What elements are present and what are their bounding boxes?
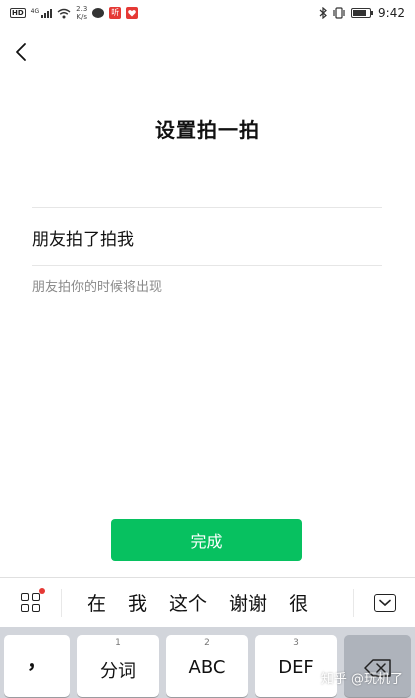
key-1-segment[interactable]: 1 分词: [77, 635, 159, 697]
candidate-word[interactable]: 这个: [158, 589, 218, 616]
key-comma[interactable]: ，: [4, 635, 70, 697]
key-label: ABC: [188, 657, 226, 678]
message-bubble-icon: [92, 8, 105, 18]
network-type: 4G: [30, 8, 40, 15]
signal-icon: [41, 8, 53, 18]
status-bar: HD 4G 2.3 K/s 听 9:42: [0, 0, 415, 26]
battery-icon: [351, 8, 374, 18]
key-2-abc[interactable]: 2 ABC: [166, 635, 248, 697]
network-speed: 2.3 K/s: [76, 5, 87, 21]
notification-app-icon: 听: [109, 7, 122, 19]
delete-key[interactable]: [344, 635, 411, 697]
wifi-icon: [57, 8, 71, 18]
status-bar-left: HD 4G 2.3 K/s 听: [10, 5, 139, 21]
collapse-keyboard-icon: [373, 593, 396, 612]
speed-unit: K/s: [76, 13, 88, 21]
speed-value: 2.3: [76, 5, 88, 13]
input-hint: 朋友拍你的时候将出现: [32, 280, 163, 295]
hd-badge: HD: [10, 8, 26, 18]
key-number: 2: [204, 638, 210, 648]
divider-bottom: [32, 265, 382, 266]
candidate-word[interactable]: 谢谢: [218, 589, 278, 616]
key-3-def[interactable]: 3 DEF: [255, 635, 337, 697]
notification-heart-icon: [126, 7, 139, 19]
key-label: 分词: [100, 661, 136, 682]
grid-icon: [21, 588, 45, 612]
status-time: 9:42: [378, 6, 405, 20]
back-icon: [16, 43, 26, 61]
divider-top: [32, 207, 382, 208]
vibrate-icon: [333, 7, 345, 19]
ime-menu-button[interactable]: [0, 588, 62, 617]
done-button[interactable]: 完成: [111, 519, 302, 561]
status-bar-right: 9:42: [319, 6, 405, 20]
candidate-word[interactable]: 很: [278, 589, 319, 616]
notification-dot: [39, 588, 45, 594]
watermark: 知乎 @玩机了: [320, 672, 403, 687]
collapse-keyboard-button[interactable]: [353, 588, 415, 617]
ime-keyboard: ， 1 分词 2 ABC 3 DEF: [0, 627, 415, 698]
key-number: 1: [115, 638, 121, 648]
bluetooth-icon: [319, 7, 327, 19]
candidate-word[interactable]: 我: [117, 589, 158, 616]
page-title: 设置拍一拍: [155, 118, 260, 142]
candidate-word[interactable]: 在: [76, 589, 117, 616]
candidate-list: 在 我 这个 谢谢 很: [62, 589, 353, 616]
key-label: ，: [27, 649, 47, 673]
key-number: 3: [293, 638, 299, 648]
ime-candidate-bar: 在 我 这个 谢谢 很: [0, 577, 415, 627]
pat-text-input[interactable]: [32, 214, 382, 260]
back-button[interactable]: [10, 40, 32, 64]
